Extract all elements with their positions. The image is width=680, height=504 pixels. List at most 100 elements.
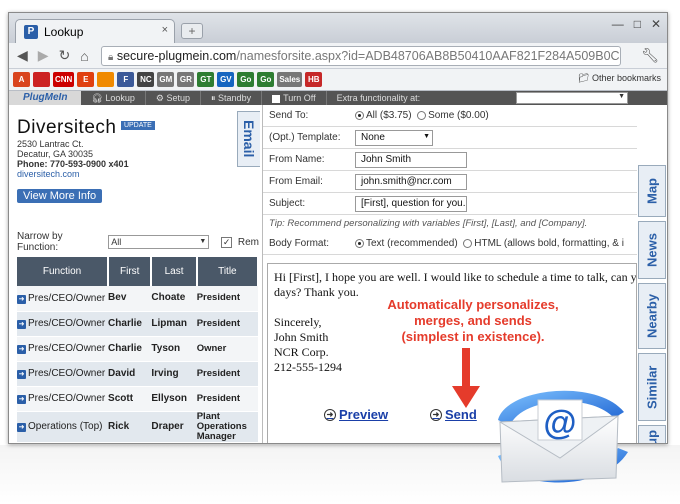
rem-checkbox[interactable]: ✓ (221, 236, 232, 248)
col-first[interactable]: First (108, 257, 153, 286)
menu-lookup-label: Lookup (105, 93, 135, 103)
address-bar[interactable]: 🔒︎ secure-plugmein.com/namesforsite.aspx… (101, 46, 621, 66)
cell-function: ➜ Pres/CEO/Owner (17, 361, 109, 387)
bookmark-8[interactable]: GR (177, 72, 195, 87)
bookmark-4[interactable] (97, 72, 115, 87)
tab-nearby[interactable]: Nearby (638, 283, 666, 349)
plugmein-logo[interactable]: PlugMeIn (9, 91, 82, 105)
bookmark-0[interactable]: A (13, 72, 30, 87)
arrow-right-icon[interactable]: ➜ (17, 370, 26, 379)
bookmark-13[interactable]: Sales (277, 72, 303, 87)
cell-title: Plant Operations Manager (196, 411, 258, 443)
plugin-menubar: PlugMeIn 🎧︎ Lookup ⚙ Setup ⏸ Standby Tur… (9, 91, 667, 105)
arrow-circle-icon: ➜ (324, 408, 336, 421)
tab-news[interactable]: News (638, 221, 666, 279)
turn-off-toggle[interactable]: Turn Off (262, 91, 327, 105)
new-tab-button[interactable]: + (181, 23, 203, 39)
table-row[interactable]: ➜Finance (Top)ArthurPoezsVice President (17, 442, 258, 443)
extra-functionality-select[interactable] (516, 92, 628, 104)
bookmark-6[interactable]: NC (137, 72, 155, 87)
wrench-icon[interactable]: 🔧︎ (641, 47, 659, 64)
browser-tab[interactable]: P Lookup × (15, 19, 175, 43)
from-email-input[interactable]: john.smith@ncr.com (355, 174, 467, 190)
address-toolbar: ◀ ▶ ↻ ⌂ 🔒︎ secure-plugmein.com/namesfors… (9, 43, 667, 69)
reload-icon[interactable]: ↻ (59, 47, 71, 64)
arrow-right-icon[interactable]: ➜ (17, 395, 26, 404)
close-window-icon[interactable]: ✕ (651, 17, 661, 31)
tab-close-icon[interactable]: × (162, 24, 168, 36)
cell-function-text: Pres/CEO/Owner (28, 368, 106, 379)
update-badge[interactable]: UPDATE (120, 121, 155, 130)
send-some-radio[interactable] (417, 110, 427, 120)
cell-function-text: Pres/CEO/Owner (28, 343, 106, 354)
bookmark-1[interactable] (33, 72, 50, 87)
arrow-right-icon[interactable]: ➜ (17, 294, 26, 304)
tab-similar[interactable]: Similar (638, 353, 666, 421)
plugmein-favicon-icon: P (24, 24, 38, 39)
tab-lookup[interactable]: ukup (638, 425, 666, 443)
menu-standby[interactable]: ⏸ Standby (201, 91, 263, 105)
col-function[interactable]: Function (17, 257, 110, 286)
send-link[interactable]: ➜ Send (430, 407, 477, 422)
table-row[interactable]: ➜ Pres/CEO/Owner Scott Ellyson President (17, 386, 258, 412)
cell-first: Arthur (108, 442, 152, 443)
table-row[interactable]: ➜ Operations (Top) Rick Draper Plant Operati… (17, 411, 258, 443)
turn-off-checkbox[interactable] (272, 94, 281, 103)
email-tab[interactable]: Email (237, 111, 260, 167)
table-row[interactable]: ➜ Pres/CEO/Owner Bev Choate President (17, 286, 258, 312)
table-row[interactable]: ➜ Pres/CEO/Owner Charlie Tyson Owner (17, 336, 258, 362)
cell-function-text: Pres/CEO/Owner (28, 393, 106, 404)
col-title[interactable]: Title (196, 257, 259, 286)
function-select[interactable]: All (108, 235, 210, 249)
arrow-right-icon[interactable]: ➜ (17, 320, 26, 329)
template-select[interactable]: None ▼ (355, 130, 433, 146)
preview-link[interactable]: ➜ Preview (324, 407, 388, 422)
arrow-right-icon[interactable]: ➜ (17, 423, 26, 432)
view-more-info-button[interactable]: View More Info (17, 189, 103, 203)
menu-setup[interactable]: ⚙ Setup (146, 91, 202, 105)
body-text-radio[interactable] (355, 238, 364, 248)
callout-line-2: merges, and sends (414, 313, 532, 328)
cell-last: Tyson (151, 336, 197, 362)
bookmark-12[interactable]: Go (257, 72, 275, 87)
cell-title: President (196, 311, 258, 337)
maximize-icon[interactable]: □ (634, 17, 641, 31)
cell-last: Irving (151, 361, 197, 387)
turn-off-label: Turn Off (283, 93, 316, 103)
cell-function: ➜ Pres/CEO/Owner (17, 386, 109, 412)
forward-icon[interactable]: ▶ (38, 47, 49, 64)
body-html-radio[interactable] (463, 238, 473, 248)
subject-label: Subject: (269, 198, 306, 209)
table-row[interactable]: ➜ Pres/CEO/Owner David Irving President (17, 361, 258, 387)
from-name-input[interactable]: John Smith (355, 152, 467, 168)
cell-first: David (108, 361, 152, 387)
bookmark-5[interactable]: F (117, 72, 135, 87)
bookmark-11[interactable]: Go (237, 72, 255, 87)
tab-map[interactable]: Map (638, 165, 666, 217)
arrow-right-icon[interactable]: ➜ (17, 345, 26, 354)
home-icon[interactable]: ⌂ (80, 48, 88, 64)
window-controls: — □ ✕ (612, 17, 661, 31)
cell-title: Vice President (196, 442, 258, 443)
other-bookmarks[interactable]: 📁︎ Other bookmarks (578, 73, 661, 84)
menu-lookup[interactable]: 🎧︎ Lookup (81, 91, 146, 105)
minimize-icon[interactable]: — (612, 17, 624, 31)
bookmark-9[interactable]: GT (197, 72, 215, 87)
bookmark-3[interactable]: E (77, 72, 95, 87)
preview-label: Preview (339, 407, 389, 422)
company-website[interactable]: diversitech.com (17, 169, 155, 179)
bookmark-14[interactable]: HB (305, 72, 323, 87)
subject-input[interactable]: [First], question for you. (355, 196, 467, 212)
cell-function-text: Pres/CEO/Owner (28, 292, 106, 304)
table-row[interactable]: ➜ Pres/CEO/Owner Charlie Lipman President (17, 311, 258, 337)
bookmark-7[interactable]: GM (157, 72, 175, 87)
company-phone: Phone: 770-593-0900 x401 (17, 159, 129, 169)
message-line-1: Hi [First], I hope you are well. I would… (274, 270, 637, 284)
col-last[interactable]: Last (151, 257, 198, 286)
bookmark-2[interactable]: CNN (53, 72, 75, 87)
back-icon[interactable]: ◀ (17, 47, 28, 64)
send-all-radio[interactable] (355, 110, 364, 120)
bookmark-10[interactable]: GV (217, 72, 235, 87)
cell-function: ➜ Operations (Top) (17, 411, 109, 443)
cell-first: Bev (108, 286, 152, 312)
